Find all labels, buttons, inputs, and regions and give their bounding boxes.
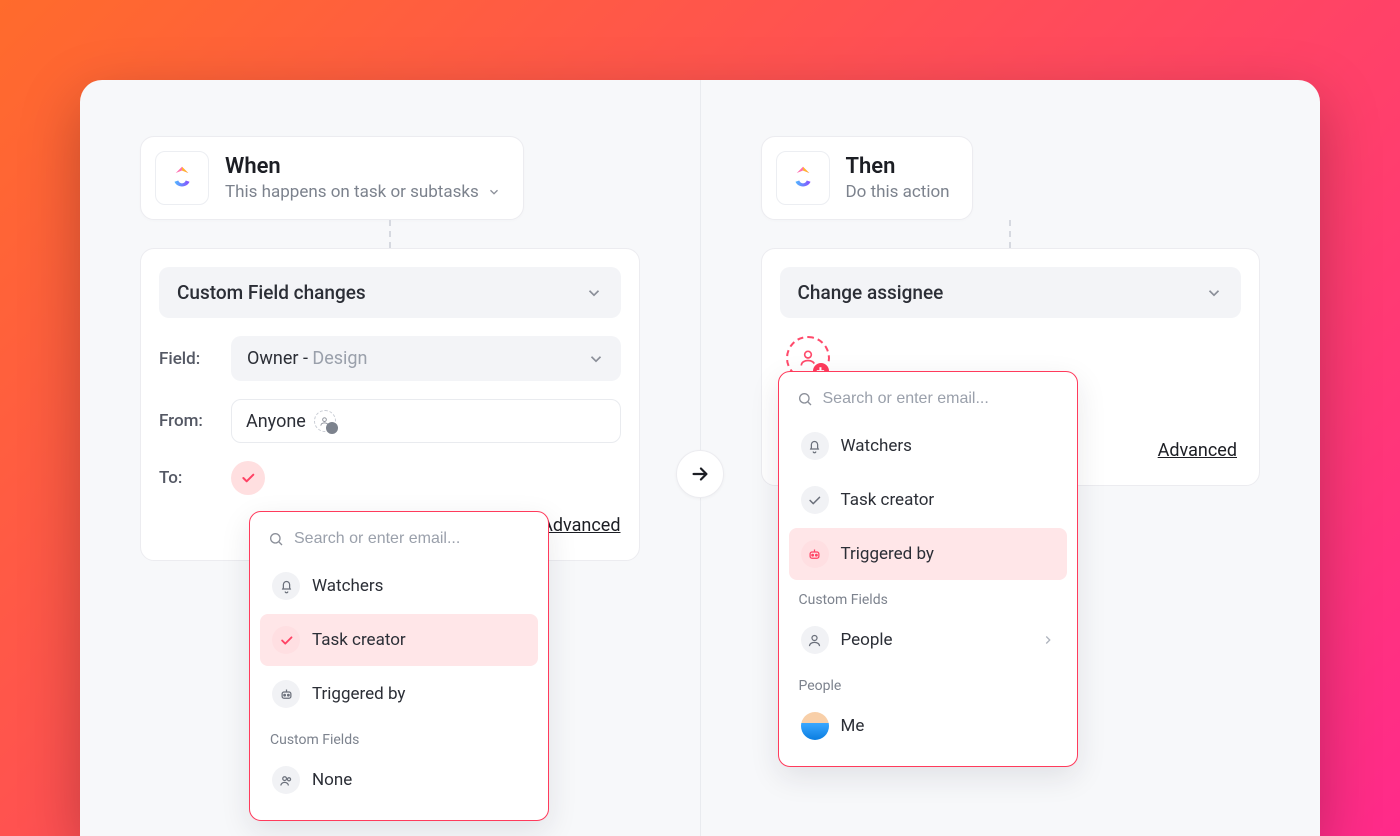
then-header-card: Then Do this action bbox=[761, 136, 973, 220]
dropdown-item-triggered-by[interactable]: Triggered by bbox=[789, 528, 1067, 580]
chevron-down-icon bbox=[1205, 284, 1223, 302]
bell-icon bbox=[801, 432, 829, 460]
clickup-logo-icon bbox=[167, 163, 197, 193]
advanced-link[interactable]: Advanced bbox=[541, 515, 620, 536]
dropdown-search-input[interactable] bbox=[823, 390, 1059, 408]
when-column: When This happens on task or subtasks Cu… bbox=[80, 80, 700, 836]
field-selector[interactable]: Owner - Design bbox=[231, 336, 621, 381]
check-icon bbox=[801, 486, 829, 514]
dropdown-item-task-creator[interactable]: Task creator bbox=[789, 474, 1067, 526]
dropdown-item-task-creator[interactable]: Task creator bbox=[260, 614, 538, 666]
then-subtitle: Do this action bbox=[846, 182, 950, 202]
dropdown-item-watchers[interactable]: Watchers bbox=[260, 560, 538, 612]
advanced-link[interactable]: Advanced bbox=[1158, 440, 1237, 461]
add-person-icon bbox=[314, 410, 336, 432]
avatar bbox=[801, 712, 829, 740]
search-icon bbox=[797, 391, 813, 407]
dropdown-group-custom-fields: Custom Fields bbox=[256, 722, 542, 752]
trigger-label: Custom Field changes bbox=[177, 281, 366, 304]
field-label: Field: bbox=[159, 349, 217, 369]
when-subtitle-row[interactable]: This happens on task or subtasks bbox=[225, 182, 501, 202]
robot-icon bbox=[801, 540, 829, 568]
from-label: From: bbox=[159, 411, 217, 431]
from-field[interactable]: Anyone bbox=[231, 399, 621, 443]
assignee-dropdown: Watchers Task creator Triggered by Custo… bbox=[778, 371, 1078, 767]
then-logo bbox=[776, 151, 830, 205]
check-icon bbox=[272, 626, 300, 654]
to-dropdown: Watchers Task creator Triggered by Custo… bbox=[249, 511, 549, 821]
person-icon bbox=[801, 626, 829, 654]
dropdown-item-people-field[interactable]: People bbox=[789, 614, 1067, 666]
app-window: When This happens on task or subtasks Cu… bbox=[80, 80, 1320, 836]
search-icon bbox=[268, 531, 284, 547]
when-header-card: When This happens on task or subtasks bbox=[140, 136, 524, 220]
when-title: When bbox=[225, 154, 501, 180]
trigger-selector[interactable]: Custom Field changes bbox=[159, 267, 621, 318]
dropdown-group-custom-fields: Custom Fields bbox=[785, 582, 1071, 612]
dropdown-group-people: People bbox=[785, 668, 1071, 698]
when-subtitle: This happens on task or subtasks bbox=[225, 182, 479, 202]
people-icon bbox=[272, 766, 300, 794]
bell-icon bbox=[272, 572, 300, 600]
action-selector[interactable]: Change assignee bbox=[780, 267, 1242, 318]
when-card: Custom Field changes Field: Owner - Desi… bbox=[140, 248, 640, 561]
to-label: To: bbox=[159, 468, 217, 488]
clickup-logo-icon bbox=[788, 163, 818, 193]
check-icon bbox=[240, 470, 256, 486]
dropdown-item-me[interactable]: Me bbox=[789, 700, 1067, 752]
chevron-down-icon bbox=[587, 350, 605, 368]
then-title: Then bbox=[846, 154, 950, 180]
then-column: Then Do this action Change assignee + Ad… bbox=[701, 80, 1321, 836]
chevron-down-icon bbox=[585, 284, 603, 302]
chevron-down-icon bbox=[487, 185, 501, 199]
dropdown-search[interactable] bbox=[785, 384, 1071, 418]
from-value: Anyone bbox=[246, 411, 306, 432]
action-label: Change assignee bbox=[798, 281, 944, 304]
robot-icon bbox=[272, 680, 300, 708]
dropdown-search[interactable] bbox=[256, 524, 542, 558]
when-logo bbox=[155, 151, 209, 205]
dropdown-item-none[interactable]: None bbox=[260, 754, 538, 806]
flow-arrow-badge bbox=[676, 450, 724, 498]
dropdown-search-input[interactable] bbox=[294, 530, 530, 548]
then-card: Change assignee + Advanced bbox=[761, 248, 1261, 486]
arrow-right-icon bbox=[689, 463, 711, 485]
dropdown-item-watchers[interactable]: Watchers bbox=[789, 420, 1067, 472]
to-value-chip[interactable] bbox=[231, 461, 265, 495]
dropdown-item-triggered-by[interactable]: Triggered by bbox=[260, 668, 538, 720]
connector-line bbox=[1009, 220, 1011, 248]
connector-line bbox=[389, 220, 391, 248]
chevron-right-icon bbox=[1041, 633, 1055, 647]
